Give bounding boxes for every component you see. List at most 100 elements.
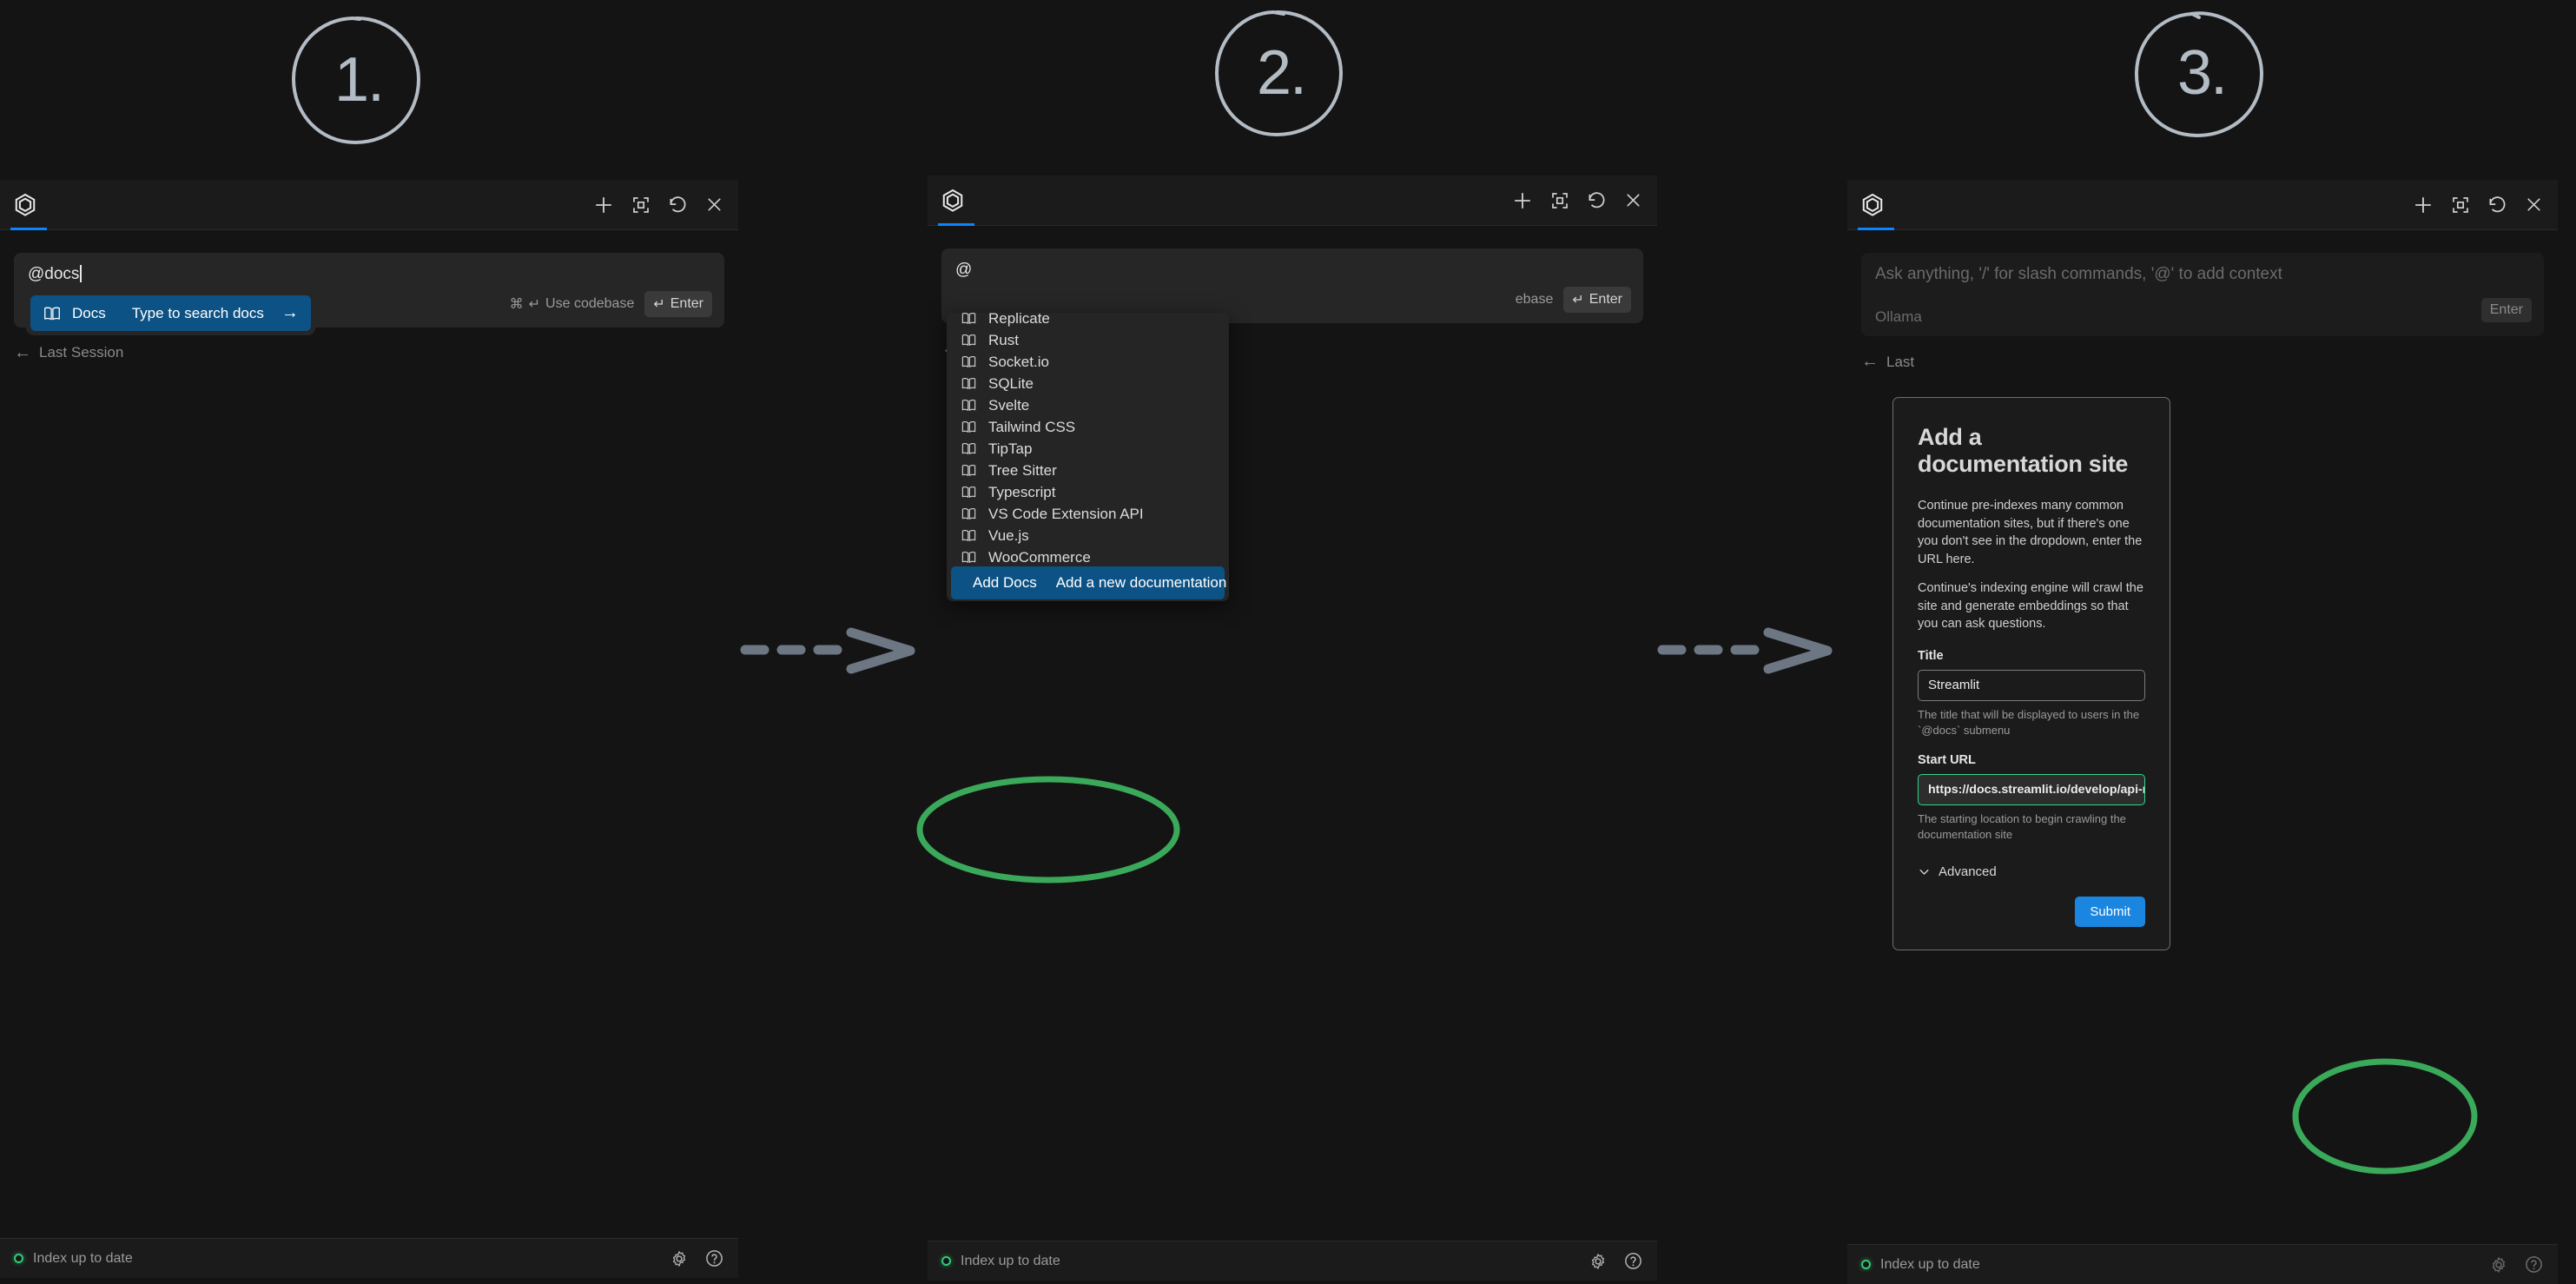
dashed-arrow-icon <box>740 627 915 674</box>
help-icon[interactable] <box>704 1248 724 1268</box>
chat-composer[interactable]: Ask anything, '/' for slash commands, '@… <box>1861 253 2544 336</box>
list-item[interactable]: Tree Sitter <box>947 460 1229 481</box>
use-codebase-hint[interactable]: ebase <box>1516 292 1554 308</box>
modal-paragraph-1: Continue pre-indexes many common documen… <box>1918 499 2143 566</box>
list-item-label: Svelte <box>988 396 1030 414</box>
add-docs-item[interactable]: Add Docs Add a new documentation source <box>951 566 1229 599</box>
list-item[interactable]: Typescript <box>947 481 1229 503</box>
continue-logo-icon <box>938 175 974 226</box>
last-session-link[interactable]: ← Last <box>1861 352 2544 372</box>
index-status-dot <box>941 1256 951 1266</box>
list-item[interactable]: Socket.io <box>947 351 1229 373</box>
use-codebase-label: ebase <box>1515 291 1554 307</box>
enter-key-symbol: ↵ <box>653 296 665 312</box>
list-item-label: WooCommerce <box>988 548 1091 566</box>
list-item[interactable]: VS Code Extension API <box>947 503 1229 525</box>
close-icon[interactable] <box>1623 190 1643 210</box>
list-item-label: Tree Sitter <box>988 461 1057 479</box>
flow-arrow-2-to-3 <box>1657 624 1840 676</box>
submit-button[interactable]: Submit <box>2075 897 2145 928</box>
continue-panel-step2: @ ebase ↵ Enter ← <box>928 175 1657 1281</box>
list-item[interactable]: Rust <box>947 329 1229 351</box>
expand-icon[interactable] <box>2450 195 2471 215</box>
docs-suggestion-description: Type to search docs <box>131 304 264 321</box>
composer-value: @docs <box>28 265 80 283</box>
title-field[interactable]: Streamlit <box>1918 670 2145 702</box>
continue-logo-glyph <box>942 189 963 212</box>
step-badge-2: 2. <box>1209 3 1348 142</box>
list-item-label: SQLite <box>988 374 1034 392</box>
book-icon <box>961 400 976 411</box>
book-icon <box>961 421 976 433</box>
title-field-help: The title that will be displayed to user… <box>1918 708 2140 737</box>
book-icon <box>961 508 976 520</box>
list-item[interactable]: Vue.js <box>947 525 1229 546</box>
continue-logo-icon <box>10 180 47 230</box>
docs-dropdown: Replicate Rust Socket.io SQLite Svelte T… <box>947 313 1229 601</box>
list-item[interactable]: SQLite <box>947 373 1229 394</box>
list-item[interactable]: TipTap <box>947 438 1229 460</box>
list-item[interactable]: Tailwind CSS <box>947 416 1229 438</box>
cmd-key-symbol: ⌘ <box>509 296 524 312</box>
help-icon[interactable] <box>2524 1254 2544 1274</box>
book-icon <box>961 313 976 324</box>
list-item[interactable]: Replicate <box>947 313 1229 329</box>
plus-icon[interactable] <box>1511 189 1534 212</box>
enter-key-symbol: ↵ <box>1572 292 1584 308</box>
help-icon[interactable] <box>1623 1251 1643 1271</box>
expand-icon[interactable] <box>631 195 651 215</box>
panel1-body: @docs ⌘ ↵ Use codebase ↵ Enter Docs Type… <box>0 230 738 1238</box>
composer-placeholder[interactable]: Ask anything, '/' for slash commands, '@… <box>1861 253 2544 289</box>
last-session-label: Last <box>1886 353 1915 370</box>
start-url-field[interactable]: https://docs.streamlit.io/develop/api-re… <box>1918 774 2145 806</box>
enter-button[interactable]: Enter <box>2480 297 2532 322</box>
history-icon[interactable] <box>1586 189 1608 211</box>
close-icon[interactable] <box>2524 195 2544 215</box>
dashed-arrow-icon <box>1657 627 1833 674</box>
arrow-left-icon: ← <box>14 342 31 362</box>
chat-composer[interactable]: @docs ⌘ ↵ Use codebase ↵ Enter Docs Type… <box>14 253 724 335</box>
list-item-label: Typescript <box>988 483 1056 500</box>
enter-button[interactable]: ↵ Enter <box>644 290 712 317</box>
list-item-label: Tailwind CSS <box>988 418 1076 435</box>
list-item-label: Socket.io <box>988 353 1049 370</box>
composer-input-text[interactable]: @ <box>941 248 1643 285</box>
enter-label: Enter <box>670 295 703 311</box>
plus-icon[interactable] <box>592 194 615 216</box>
enter-label: Enter <box>2489 301 2523 317</box>
flow-arrow-1-to-2 <box>740 624 922 676</box>
list-item-label: TipTap <box>988 440 1033 457</box>
history-icon[interactable] <box>667 194 689 215</box>
history-icon[interactable] <box>2487 194 2508 215</box>
book-icon <box>961 443 976 454</box>
book-icon <box>961 486 976 498</box>
chat-composer[interactable]: @ ebase ↵ Enter <box>941 248 1643 323</box>
book-icon <box>961 378 976 389</box>
use-codebase-hint[interactable]: ⌘ ↵ Use codebase <box>510 295 635 313</box>
plus-icon[interactable] <box>2412 194 2434 216</box>
gear-icon[interactable] <box>670 1249 689 1268</box>
last-session-label: Last Session <box>39 344 124 361</box>
continue-logo-icon <box>1858 180 1894 230</box>
panel2-status-bar: Index up to date <box>928 1241 1657 1281</box>
advanced-toggle[interactable]: Advanced <box>1918 864 2145 879</box>
start-url-field-help: The starting location to begin crawling … <box>1918 812 2126 841</box>
list-item[interactable]: Svelte <box>947 394 1229 416</box>
gear-icon[interactable] <box>2489 1255 2508 1274</box>
docs-dropdown-list[interactable]: Replicate Rust Socket.io SQLite Svelte T… <box>947 313 1229 565</box>
screenshot-stage: 1. 2. 3. @docs ⌘ ↵ Use codebase ↵ Enter … <box>0 0 2576 1284</box>
last-session-link[interactable]: ← Last Session <box>14 343 724 363</box>
model-selector-label[interactable]: Ollama <box>1875 308 1922 326</box>
composer-input-text[interactable]: @docs <box>14 253 724 289</box>
book-icon <box>961 334 976 346</box>
gear-icon[interactable] <box>1589 1252 1608 1271</box>
panel3-status-bar: Index up to date <box>1847 1244 2558 1284</box>
close-icon[interactable] <box>704 195 724 215</box>
list-item[interactable]: WooCommerce <box>947 546 1229 565</box>
docs-suggestion-item[interactable]: Docs Type to search docs → <box>30 295 311 331</box>
expand-icon[interactable] <box>1549 190 1570 211</box>
enter-button[interactable]: ↵ Enter <box>1563 286 1631 313</box>
enter-label: Enter <box>1589 291 1622 307</box>
index-status-dot <box>14 1254 23 1263</box>
list-item-label: Vue.js <box>988 526 1029 544</box>
